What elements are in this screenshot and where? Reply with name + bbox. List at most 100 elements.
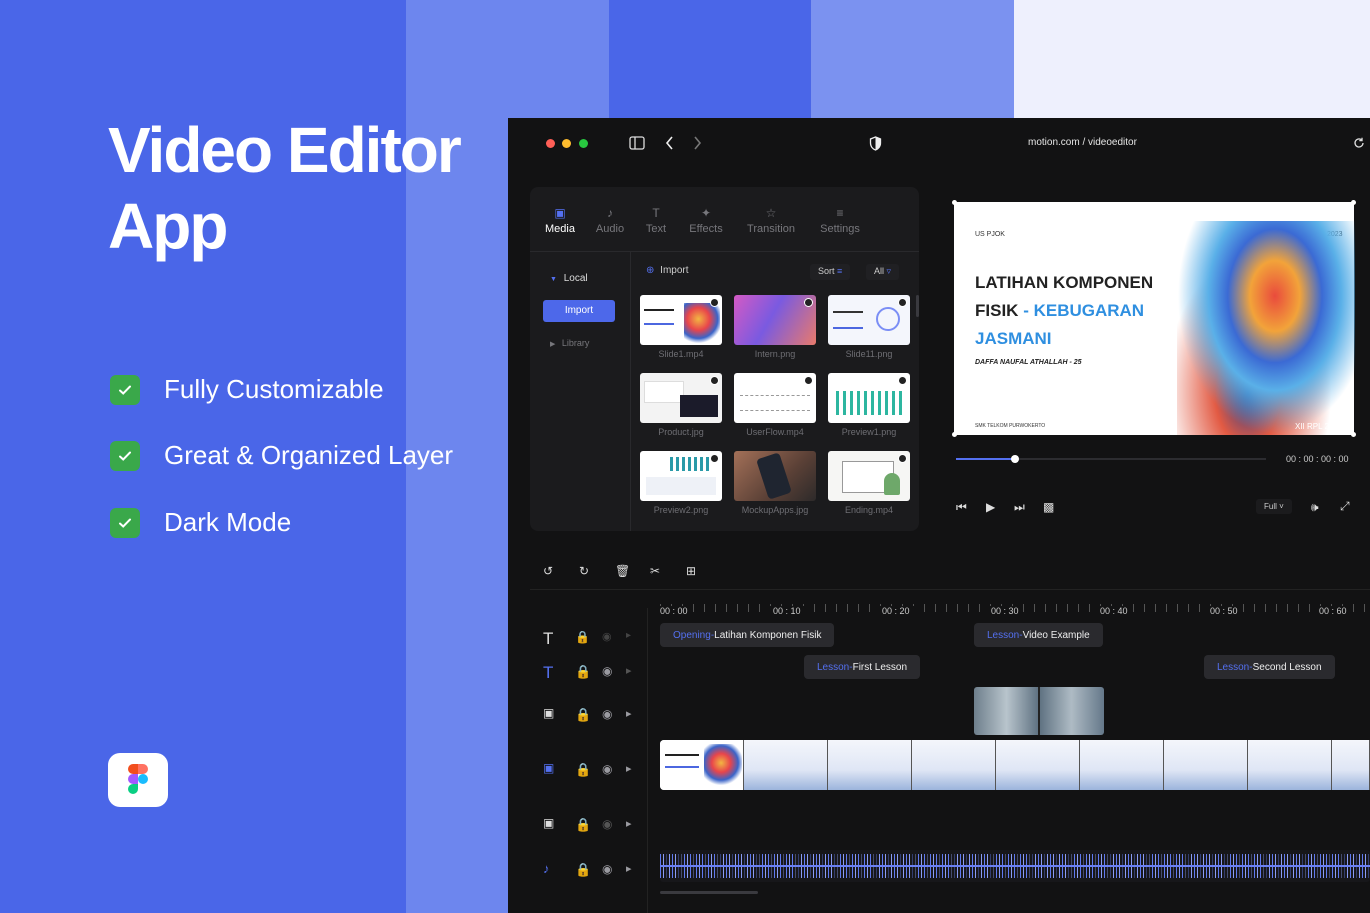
import-link[interactable]: ⊕ Import — [646, 265, 689, 276]
video-frame — [912, 740, 996, 790]
panel-divider — [530, 251, 919, 252]
media-filename: Slide11.png — [845, 349, 893, 359]
back-icon[interactable] — [665, 136, 674, 155]
minimize-window-dot[interactable] — [562, 139, 571, 148]
eye-icon[interactable]: ◉ — [602, 862, 612, 876]
library-label: Library — [561, 338, 590, 348]
time-label: 00 : 40 — [1096, 606, 1132, 616]
text-clip[interactable]: Lesson - Second Lesson — [1204, 655, 1335, 679]
scrollbar[interactable] — [916, 295, 919, 317]
media-thumb[interactable] — [734, 451, 816, 501]
volume-icon[interactable]: ▸ — [626, 630, 631, 641]
hero-title: Video Editor App — [108, 112, 462, 264]
filter-icon: ▿ — [886, 266, 892, 276]
lock-icon[interactable]: 🔒 — [575, 762, 591, 778]
tab-transition[interactable]: ☆ Transition — [741, 203, 801, 235]
slide-title-line2b: - KEBUGARAN — [1023, 301, 1145, 320]
lock-icon[interactable]: 🔒 — [575, 630, 590, 644]
playback-scrubber[interactable] — [956, 455, 1266, 463]
plus-circle-icon: ⊕ — [646, 265, 655, 276]
url-bar[interactable]: motion.com / videoeditor — [1028, 137, 1137, 148]
feature-item: Dark Mode — [110, 507, 291, 538]
text-clip[interactable]: Lesson - First Lesson — [804, 655, 921, 679]
horizontal-scrollbar[interactable] — [660, 891, 758, 894]
media-track-icon: ▣ — [543, 706, 555, 720]
resize-handle[interactable] — [952, 200, 957, 205]
reload-icon[interactable] — [1353, 136, 1365, 154]
transition-icon: ☆ — [765, 206, 777, 220]
image-clip[interactable] — [974, 687, 1104, 735]
media-thumb[interactable] — [734, 295, 816, 345]
volume-icon[interactable]: ▸ — [626, 664, 632, 677]
lock-icon[interactable]: 🔒 — [575, 817, 591, 833]
resize-handle[interactable] — [1351, 200, 1356, 205]
media-thumb[interactable] — [828, 295, 910, 345]
volume-icon[interactable]: ▸ — [626, 707, 632, 720]
local-folder[interactable]: ▼ Local — [550, 273, 588, 284]
lock-icon[interactable]: 🔒 — [575, 664, 591, 680]
media-thumb[interactable] — [828, 451, 910, 501]
caret-down-icon: ▼ — [550, 276, 557, 283]
scissors-icon[interactable]: ✂ — [650, 564, 660, 578]
eye-icon[interactable]: ◉ — [602, 707, 612, 721]
play-icon[interactable]: ▶ — [986, 500, 995, 514]
browser-titlebar: motion.com / videoeditor — [508, 118, 1370, 168]
eye-icon[interactable]: ◉ — [602, 630, 612, 643]
import-button[interactable]: Import — [543, 300, 615, 322]
undo-icon[interactable]: ↺ — [543, 564, 553, 578]
thumb-block — [644, 381, 684, 403]
tab-settings[interactable]: ≡ Settings — [810, 203, 870, 235]
media-thumb[interactable] — [828, 373, 910, 423]
trash-icon[interactable]: 🗑 — [615, 564, 630, 578]
local-label: Local — [563, 273, 588, 284]
volume-icon[interactable]: ▸ — [626, 762, 632, 775]
media-thumb[interactable] — [640, 295, 722, 345]
resize-handle[interactable] — [952, 432, 957, 437]
video-frame — [1080, 740, 1164, 790]
thumb-art — [684, 303, 720, 343]
shield-icon[interactable] — [869, 136, 882, 156]
preview-frame[interactable]: US PJOK 2023 LATIHAN KOMPONEN FISIK - KE… — [952, 200, 1356, 437]
media-panel: ▣ Media ♪ Audio T Text ✦ Effects ☆ Trans… — [530, 187, 919, 531]
slide-title-line3: JASMANI — [975, 329, 1052, 348]
tab-effects[interactable]: ✦ Effects — [676, 203, 736, 235]
tab-label: Text — [645, 223, 667, 235]
lock-icon[interactable]: 🔒 — [575, 862, 591, 878]
sidebar-toggle-icon[interactable] — [629, 136, 645, 155]
fullscreen-icon[interactable]: ⤢ — [1340, 499, 1350, 514]
volume-icon[interactable]: ▸ — [626, 817, 632, 830]
sort-button[interactable]: Sort ≡ — [810, 264, 851, 280]
eye-icon[interactable]: ◉ — [602, 817, 612, 831]
quality-label: Full — [1264, 502, 1277, 511]
scrubber-knob[interactable] — [1010, 455, 1019, 463]
maximize-window-dot[interactable] — [579, 139, 588, 148]
clip-title: Second Lesson — [1252, 661, 1322, 673]
skip-back-icon[interactable]: ⏮ — [956, 500, 967, 515]
crop-icon[interactable]: ⊞ — [686, 564, 696, 578]
slide-header-left: US PJOK — [975, 231, 1005, 238]
captions-icon[interactable]: ▩ — [1043, 500, 1054, 514]
text-clip[interactable]: Lesson - Video Example — [974, 623, 1103, 647]
eye-icon[interactable]: ◉ — [602, 664, 612, 678]
skip-forward-icon[interactable]: ⏭ — [1014, 500, 1025, 515]
thumb-title-lines — [833, 311, 863, 329]
media-filename: Preview1.png — [841, 427, 897, 437]
redo-icon[interactable]: ↻ — [579, 564, 589, 578]
timecode: 00 : 00 : 00 : 00 — [1286, 454, 1349, 464]
library-folder[interactable]: ▶ Library — [550, 338, 589, 348]
volume-icon[interactable]: ▸ — [626, 862, 632, 875]
media-thumb[interactable] — [734, 373, 816, 423]
resize-handle[interactable] — [1351, 432, 1356, 437]
magic-wand-icon: ✦ — [700, 206, 712, 220]
volume-icon[interactable]: 🕪 — [1311, 500, 1319, 515]
media-thumb[interactable] — [640, 373, 722, 423]
lock-icon[interactable]: 🔒 — [575, 707, 591, 723]
eye-icon[interactable]: ◉ — [602, 762, 612, 776]
forward-icon[interactable] — [693, 136, 702, 155]
media-thumb[interactable] — [640, 451, 722, 501]
filter-button[interactable]: All ▿ — [866, 264, 900, 280]
audio-waveform[interactable] — [660, 850, 1370, 882]
close-window-dot[interactable] — [546, 139, 555, 148]
text-clip[interactable]: Opening - Latihan Komponen Fisik — [660, 623, 835, 647]
quality-select[interactable]: Full ˅ — [1256, 499, 1292, 514]
